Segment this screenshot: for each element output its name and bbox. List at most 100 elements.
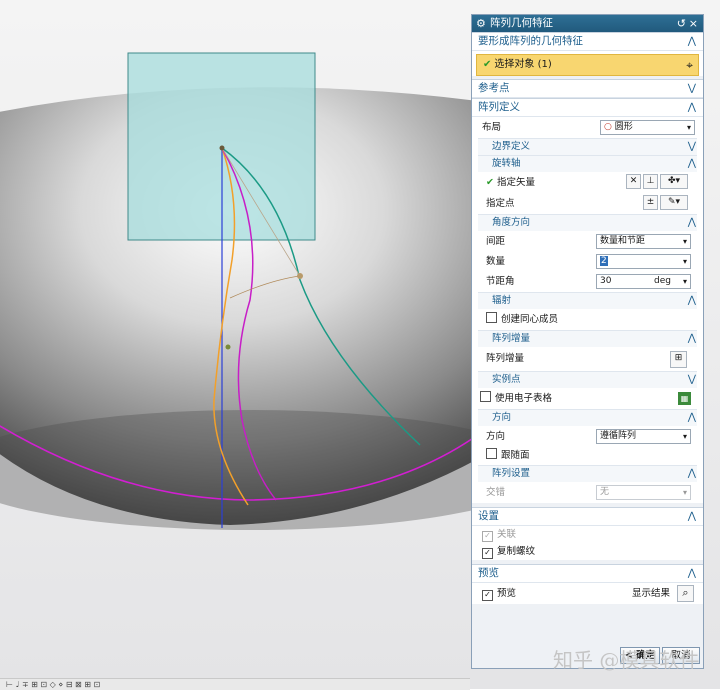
chevron-up-icon[interactable]: ⋀ <box>688 466 696 482</box>
crosshair-icon[interactable]: ⌖ <box>686 55 693 75</box>
pitch-input[interactable]: 30 deg ▾ <box>596 274 691 289</box>
chevron-down-icon[interactable]: ⋁ <box>688 139 696 155</box>
orientation-title: 方向 <box>492 412 512 423</box>
increment-row: 阵列增量 ⊞ <box>472 347 703 371</box>
spacing-row: 间距 数量和节距 ▾ <box>472 231 703 252</box>
specify-point-row: 指定点 ± ✎▾ <box>472 193 703 214</box>
section-object-title: 要形成阵列的几何特征 <box>478 35 583 47</box>
stagger-label: 交错 <box>486 487 506 498</box>
angle-direction-header[interactable]: 角度方向 ⋀ <box>478 214 697 231</box>
section-object: 要形成阵列的几何特征 ⋀ ✔ 选择对象 (1) ⌖ <box>472 32 703 76</box>
preview-row: ✓ 预览 显示结果 ⌕ <box>472 583 703 604</box>
spreadsheet-row[interactable]: 使用电子表格 ▦ <box>472 388 703 409</box>
layout-value: 圆形 <box>614 122 633 132</box>
section-ref: 参考点 ⋁ <box>472 79 703 98</box>
section-preview-header[interactable]: 预览 ⋀ <box>472 565 703 583</box>
status-icons: ⊢ ♩ ∓ ⊞ ⊡ ◇ ⋄ ⊟ ⊠ ⊞ ⊡ <box>6 680 101 689</box>
chevron-up-icon[interactable]: ⋀ <box>688 156 696 172</box>
reset-icon[interactable]: ↺ <box>677 15 686 32</box>
stagger-select: 无 ▾ <box>596 485 691 500</box>
section-pattern-title: 阵列定义 <box>478 101 520 113</box>
layout-select[interactable]: ○ 圆形 ▾ <box>600 120 695 135</box>
layout-label: 布局 <box>482 122 502 133</box>
section-settings: 设置 ⋀ ✓ 关联 ✓ 复制螺纹 <box>472 507 703 560</box>
section-preview: 预览 ⋀ ✓ 预览 显示结果 ⌕ <box>472 564 703 604</box>
increment-icon[interactable]: ⊞ <box>670 351 687 368</box>
concentric-label: 创建同心成员 <box>501 314 559 325</box>
chevron-up-icon[interactable]: ⋀ <box>688 99 696 116</box>
chevron-up-icon[interactable]: ⋀ <box>688 410 696 426</box>
dropdown-icon: ▾ <box>686 123 691 132</box>
vector-dropdown-icon[interactable]: ✤▾ <box>660 174 688 189</box>
section-preview-title: 预览 <box>478 567 499 579</box>
section-ref-title: 参考点 <box>478 82 510 94</box>
specify-vector-label: 指定矢量 <box>496 177 535 188</box>
watermark-text: 知乎 @模具软件 <box>553 648 700 672</box>
section-ref-header[interactable]: 参考点 ⋁ <box>472 80 703 98</box>
radiate-header[interactable]: 辐射 ⋀ <box>478 292 697 309</box>
spreadsheet-checkbox[interactable] <box>480 391 491 402</box>
pitch-row: 节距角 30 deg ▾ <box>472 271 703 292</box>
chevron-down-icon[interactable]: ⋁ <box>688 372 696 388</box>
concentric-row[interactable]: 创建同心成员 <box>472 309 703 330</box>
copy-threads-checkbox[interactable]: ✓ <box>482 548 493 559</box>
chevron-up-icon[interactable]: ⋀ <box>688 508 696 525</box>
chevron-up-icon[interactable]: ⋀ <box>688 331 696 347</box>
orientation-select[interactable]: 遵循阵列 ▾ <box>596 429 691 444</box>
dropdown-icon: ▾ <box>682 277 687 286</box>
chevron-up-icon[interactable]: ⋀ <box>688 565 696 582</box>
associative-label: 关联 <box>497 529 517 540</box>
gear-icon[interactable]: ⚙ <box>476 15 486 32</box>
pattern-settings-header[interactable]: 阵列设置 ⋀ <box>478 465 697 482</box>
spacing-select[interactable]: 数量和节距 ▾ <box>596 234 691 249</box>
associative-row: ✓ 关联 <box>472 526 703 543</box>
instance-header[interactable]: 实例点 ⋁ <box>478 371 697 388</box>
point-dropdown-icon[interactable]: ✎▾ <box>660 195 688 210</box>
chevron-down-icon[interactable]: ⋁ <box>688 80 696 97</box>
orientation-label: 方向 <box>486 431 506 442</box>
select-object-row[interactable]: ✔ 选择对象 (1) ⌖ <box>476 54 699 76</box>
chevron-up-icon[interactable]: ⋀ <box>688 33 696 50</box>
preview-checkbox[interactable]: ✓ <box>482 590 493 601</box>
chevron-up-icon[interactable]: ⋀ <box>688 293 696 309</box>
count-input[interactable]: 2 ▾ <box>596 254 691 269</box>
associative-checkbox: ✓ <box>482 531 493 542</box>
spreadsheet-icon[interactable]: ▦ <box>678 392 691 405</box>
dialog-titlebar: ⚙ 阵列几何特征 ↺ × <box>472 15 703 32</box>
point-dialog-icon[interactable]: ± <box>643 195 658 210</box>
close-icon[interactable]: × <box>689 15 698 32</box>
section-pattern-header[interactable]: 阵列定义 ⋀ <box>472 99 703 117</box>
specify-point-label: 指定点 <box>486 198 515 209</box>
section-settings-header[interactable]: 设置 ⋀ <box>472 508 703 526</box>
radiate-title: 辐射 <box>492 295 512 306</box>
section-pattern: 阵列定义 ⋀ 布局 ○ 圆形 ▾ 边界定义 ⋁ 旋转轴 ⋀ ✔ 指定矢量 ✕ ⊥ ✤▾ 指… <box>472 98 703 503</box>
handle-point <box>297 273 303 279</box>
count-value: 2 <box>600 256 608 266</box>
stagger-value: 无 <box>600 487 610 497</box>
count-label: 数量 <box>486 256 506 267</box>
pitch-value: 30 <box>600 276 612 286</box>
chevron-up-icon[interactable]: ⋀ <box>688 215 696 231</box>
check-icon: ✔ <box>483 59 492 70</box>
boundary-header[interactable]: 边界定义 ⋁ <box>478 138 697 155</box>
increment-header[interactable]: 阵列增量 ⋀ <box>478 330 697 347</box>
section-settings-title: 设置 <box>478 510 499 522</box>
pitch-unit: deg <box>654 276 671 286</box>
stagger-row: 交错 无 ▾ <box>472 482 703 503</box>
copy-threads-row[interactable]: ✓ 复制螺纹 <box>472 543 703 560</box>
status-bar: ⊢ ♩ ∓ ⊞ ⊡ ◇ ⋄ ⊟ ⊠ ⊞ ⊡ <box>0 678 470 690</box>
increment-title: 阵列增量 <box>492 333 531 344</box>
section-object-header[interactable]: 要形成阵列的几何特征 ⋀ <box>472 33 703 51</box>
orientation-header[interactable]: 方向 ⋀ <box>478 409 697 426</box>
rotation-axis-header[interactable]: 旋转轴 ⋀ <box>478 155 697 172</box>
check-icon: ✔ <box>486 177 494 188</box>
follow-face-checkbox[interactable] <box>486 448 497 459</box>
concentric-checkbox[interactable] <box>486 312 497 323</box>
vector-cross-icon[interactable]: ✕ <box>626 174 641 189</box>
vector-axis-icon[interactable]: ⊥ <box>643 174 658 189</box>
spacing-value: 数量和节距 <box>600 236 646 246</box>
follow-face-row[interactable]: 跟随面 <box>472 447 703 465</box>
circle-icon: ○ <box>604 122 612 132</box>
preview-label: 预览 <box>497 588 517 599</box>
magnifier-icon[interactable]: ⌕ <box>677 585 694 602</box>
